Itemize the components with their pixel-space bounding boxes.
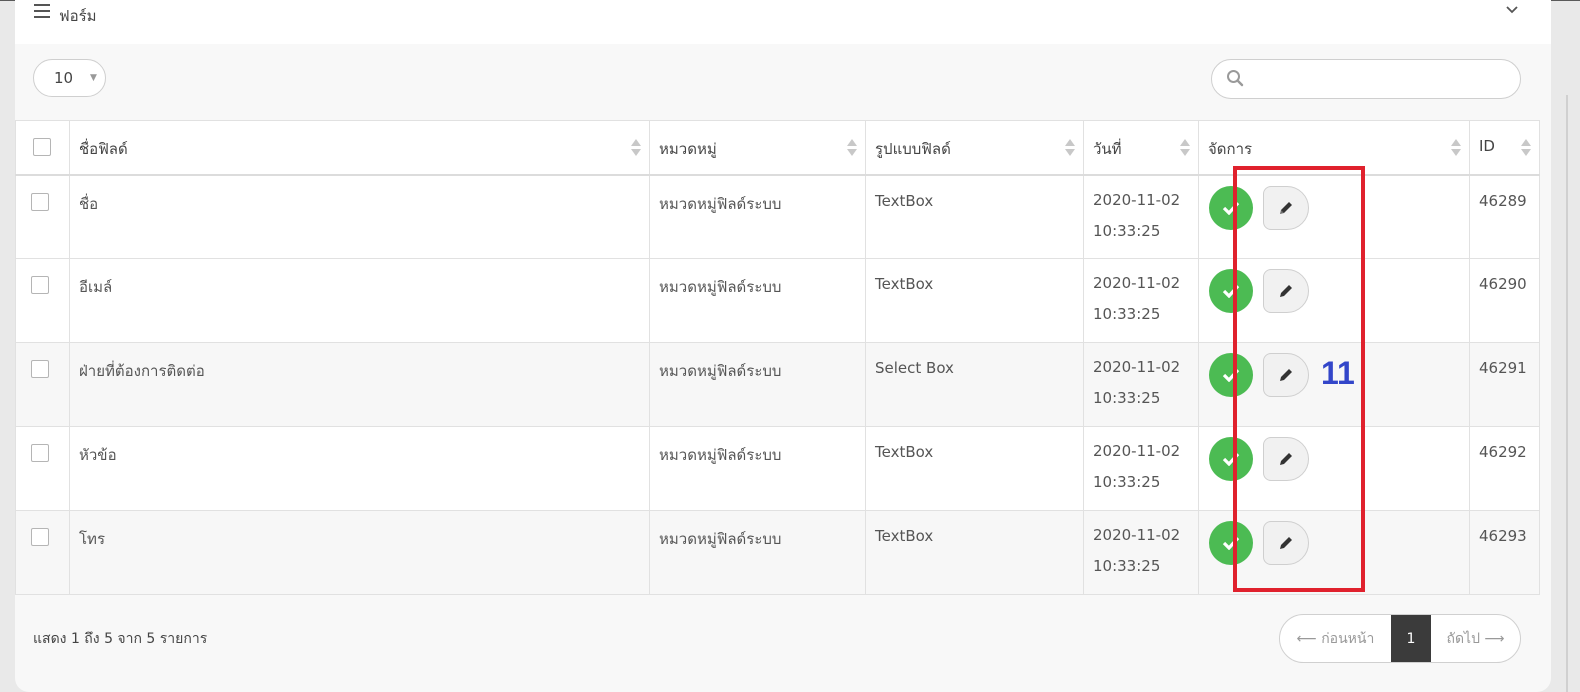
panel-header: ฟอร์ม bbox=[15, 0, 1551, 44]
field-date-cell: 2020-11-02 10:33:25 bbox=[1083, 342, 1199, 427]
column-header-date[interactable]: วันที่ bbox=[1083, 120, 1199, 176]
field-type: Select Box bbox=[865, 342, 1084, 427]
search-icon bbox=[1227, 70, 1244, 87]
field-time: 10:33:25 bbox=[1093, 389, 1161, 407]
row-checkbox[interactable] bbox=[31, 528, 49, 546]
select-all-checkbox[interactable] bbox=[33, 138, 51, 156]
sort-icon bbox=[1451, 138, 1461, 158]
field-id: 46290 bbox=[1469, 258, 1540, 343]
sort-icon bbox=[1065, 138, 1075, 158]
field-date-cell: 2020-11-02 10:33:25 bbox=[1083, 258, 1199, 343]
field-date: 2020-11-02 bbox=[1093, 274, 1181, 292]
field-category: หมวดหมู่ฟิลด์ระบบ bbox=[649, 174, 866, 259]
field-type: TextBox bbox=[865, 510, 1084, 595]
field-category: หมวดหมู่ฟิลด์ระบบ bbox=[649, 342, 866, 427]
table-info: แสดง 1 ถึง 5 จาก 5 รายการ bbox=[33, 631, 208, 647]
sort-icon bbox=[1180, 138, 1190, 158]
row-checkbox-cell bbox=[15, 426, 70, 511]
row-checkbox[interactable] bbox=[31, 360, 49, 378]
pagination: ⟵ ก่อนหน้า 1 ถัดไป ⟶ bbox=[1279, 614, 1521, 663]
field-id: 46289 bbox=[1469, 174, 1540, 259]
page-scrollbar[interactable] bbox=[1566, 95, 1568, 692]
column-header-label: รูปแบบฟิลด์ bbox=[875, 140, 951, 158]
page-length-value: 10 bbox=[54, 69, 74, 87]
panel-title: ฟอร์ม bbox=[59, 7, 97, 25]
field-date-cell: 2020-11-02 10:33:25 bbox=[1083, 510, 1199, 595]
select-all-cell bbox=[15, 120, 70, 176]
field-time: 10:33:25 bbox=[1093, 557, 1161, 575]
caret-down-icon: ▼ bbox=[90, 73, 97, 83]
column-header-category[interactable]: หมวดหมู่ bbox=[649, 120, 866, 176]
field-date-cell: 2020-11-02 10:33:25 bbox=[1083, 426, 1199, 511]
field-category: หมวดหมู่ฟิลด์ระบบ bbox=[649, 426, 866, 511]
search-field[interactable] bbox=[1211, 59, 1521, 99]
column-header-label: จัดการ bbox=[1208, 140, 1253, 158]
field-date: 2020-11-02 bbox=[1093, 358, 1181, 376]
row-checkbox[interactable] bbox=[31, 192, 49, 211]
field-id: 46291 bbox=[1469, 342, 1540, 427]
column-header-type[interactable]: รูปแบบฟิลด์ bbox=[865, 120, 1084, 176]
row-checkbox[interactable] bbox=[31, 276, 49, 294]
sort-icon bbox=[631, 138, 641, 158]
field-type: TextBox bbox=[865, 426, 1084, 511]
field-date-cell: 2020-11-02 10:33:25 bbox=[1083, 174, 1199, 259]
field-name: โทร bbox=[69, 510, 650, 595]
chevron-down-icon[interactable] bbox=[1505, 2, 1519, 21]
field-category: หมวดหมู่ฟิลด์ระบบ bbox=[649, 258, 866, 343]
field-type: TextBox bbox=[865, 174, 1084, 259]
page-1-button[interactable]: 1 bbox=[1391, 615, 1431, 662]
field-name: อีเมล์ bbox=[69, 258, 650, 343]
field-id: 46292 bbox=[1469, 426, 1540, 511]
column-header-label: ID bbox=[1479, 137, 1495, 155]
field-name: ชื่อ bbox=[69, 174, 650, 259]
row-checkbox-cell bbox=[15, 258, 70, 343]
field-category: หมวดหมู่ฟิลด์ระบบ bbox=[649, 510, 866, 595]
field-type: TextBox bbox=[865, 258, 1084, 343]
sort-icon bbox=[847, 138, 857, 158]
column-header-label: หมวดหมู่ bbox=[659, 140, 717, 158]
row-checkbox-cell bbox=[15, 174, 70, 259]
field-time: 10:33:25 bbox=[1093, 473, 1161, 491]
field-name: ฝ่ายที่ต้องการติดต่อ bbox=[69, 342, 650, 427]
menu-icon[interactable] bbox=[34, 4, 50, 18]
next-page-button[interactable]: ถัดไป ⟶ bbox=[1431, 615, 1520, 662]
column-header-label: วันที่ bbox=[1093, 140, 1122, 158]
sort-icon bbox=[1521, 138, 1531, 158]
annotation-label: 11 bbox=[1321, 355, 1355, 391]
row-checkbox-cell bbox=[15, 510, 70, 595]
row-checkbox-cell bbox=[15, 342, 70, 427]
field-date: 2020-11-02 bbox=[1093, 442, 1181, 460]
row-checkbox[interactable] bbox=[31, 444, 49, 462]
field-date: 2020-11-02 bbox=[1093, 526, 1181, 544]
field-time: 10:33:25 bbox=[1093, 305, 1161, 323]
column-header-name[interactable]: ชื่อฟิลด์ bbox=[69, 120, 650, 176]
search-input[interactable] bbox=[1252, 66, 1507, 92]
column-header-id[interactable]: ID bbox=[1469, 120, 1540, 176]
field-name: หัวข้อ bbox=[69, 426, 650, 511]
field-date: 2020-11-02 bbox=[1093, 190, 1181, 209]
prev-page-button[interactable]: ⟵ ก่อนหน้า bbox=[1280, 615, 1391, 662]
page-length-select[interactable]: 10 ▼ bbox=[33, 59, 106, 97]
field-time: 10:33:25 bbox=[1093, 221, 1161, 240]
column-header-label: ชื่อฟิลด์ bbox=[79, 140, 128, 158]
field-id: 46293 bbox=[1469, 510, 1540, 595]
